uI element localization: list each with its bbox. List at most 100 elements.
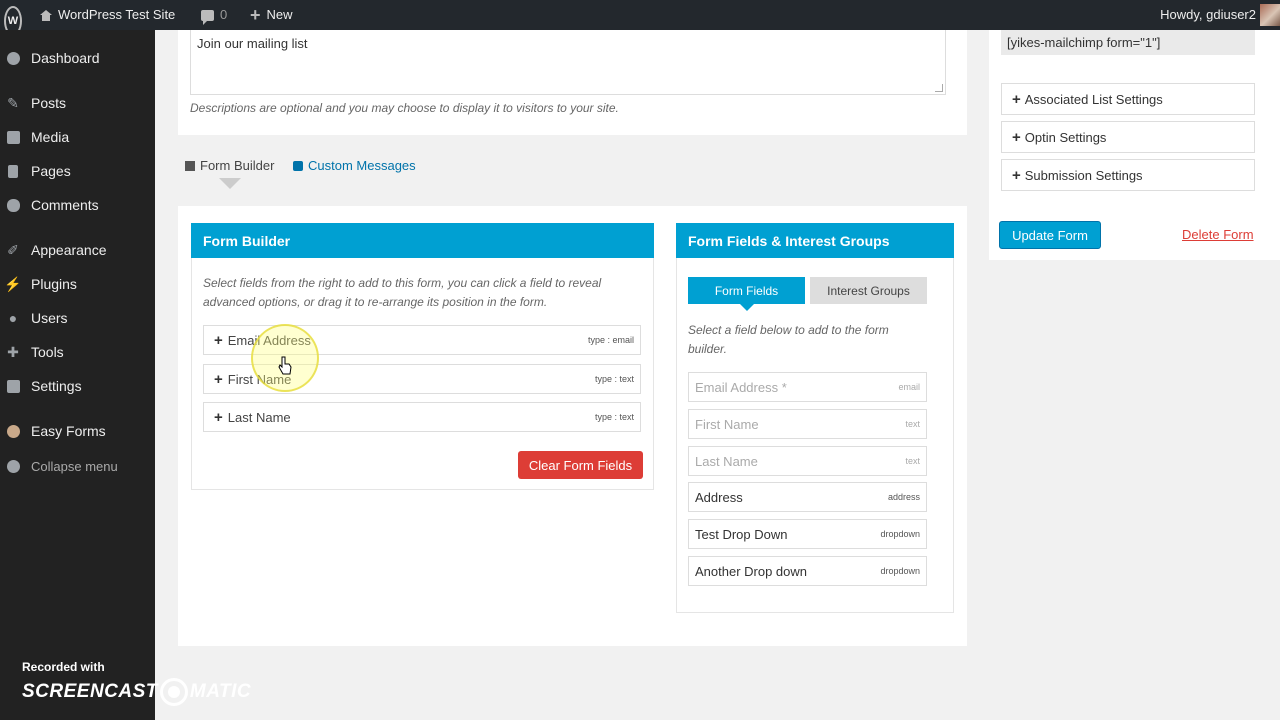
sidebar-item-tools[interactable]: ✚ Tools bbox=[0, 339, 155, 365]
home-icon bbox=[40, 9, 52, 21]
users-icon: ● bbox=[8, 310, 18, 326]
admin-sidebar: Dashboard ✎ Posts Media Pages Comments ✐… bbox=[0, 30, 155, 720]
site-name-link[interactable]: WordPress Test Site bbox=[40, 0, 175, 30]
delete-form-link[interactable]: Delete Form bbox=[1182, 227, 1254, 242]
tab-form-builder[interactable]: Form Builder bbox=[185, 158, 274, 173]
sidebar-item-dashboard[interactable]: Dashboard bbox=[0, 45, 155, 71]
sidebar-item-comments[interactable]: Comments bbox=[0, 192, 155, 218]
collapse-arrow-icon bbox=[6, 459, 20, 473]
description-value: Join our mailing list bbox=[197, 36, 308, 51]
sidebar-item-label: Tools bbox=[31, 344, 64, 360]
sidebar-item-plugins[interactable]: ⚡ Plugins bbox=[0, 271, 155, 297]
sidebar-item-label: Dashboard bbox=[31, 50, 100, 66]
field-label: Test Drop Down bbox=[695, 526, 788, 542]
update-form-button[interactable]: Update Form bbox=[999, 221, 1101, 249]
form-builder-heading: Form Builder bbox=[191, 223, 654, 258]
sidebar-item-label: Plugins bbox=[31, 276, 77, 292]
dashboard-icon bbox=[6, 51, 20, 65]
resize-grip-icon[interactable] bbox=[935, 84, 943, 92]
builder-field-email[interactable]: + Email Address type : email bbox=[203, 325, 641, 355]
new-label: New bbox=[266, 7, 293, 22]
pages-icon bbox=[6, 164, 20, 178]
message-icon bbox=[293, 160, 303, 171]
section-label: Optin Settings bbox=[1024, 129, 1107, 145]
sidebar-item-posts[interactable]: ✎ Posts bbox=[0, 90, 155, 116]
section-label: Submission Settings bbox=[1024, 167, 1143, 183]
available-field-last-name[interactable]: Last Name text bbox=[688, 446, 927, 476]
sidebar-item-users[interactable]: ● Users bbox=[0, 305, 155, 331]
shortcode-field[interactable]: [yikes-mailchimp form="1"] bbox=[1001, 30, 1255, 55]
sidebar-item-media[interactable]: Media bbox=[0, 124, 155, 150]
sidebar-item-pages[interactable]: Pages bbox=[0, 158, 155, 184]
field-type: address bbox=[887, 492, 920, 502]
available-field-another-drop-down[interactable]: Another Drop down dropdown bbox=[688, 556, 927, 586]
comments-count: 0 bbox=[220, 7, 228, 22]
sidebar-item-easy-forms[interactable]: Easy Forms bbox=[0, 418, 155, 444]
field-type: email bbox=[898, 382, 920, 392]
form-builder-icon bbox=[185, 160, 195, 171]
media-icon bbox=[6, 130, 20, 144]
section-label: Associated List Settings bbox=[1024, 91, 1163, 107]
pin-icon: ✎ bbox=[7, 94, 19, 111]
sidebar-item-settings[interactable]: Settings bbox=[0, 373, 155, 399]
admin-bar: W WordPress Test Site 0 + New Howdy, gdi… bbox=[0, 0, 1280, 36]
field-label: Last Name bbox=[227, 409, 291, 425]
plug-icon: ⚡ bbox=[4, 275, 22, 292]
field-label: Email Address * bbox=[695, 379, 787, 395]
form-builder-box bbox=[191, 223, 654, 490]
field-label: First Name bbox=[695, 416, 759, 432]
hand-cursor-icon bbox=[278, 356, 292, 375]
available-field-email[interactable]: Email Address * email bbox=[688, 372, 927, 402]
sidebar-item-label: Appearance bbox=[31, 242, 107, 258]
field-label: Email Address bbox=[227, 332, 311, 348]
sidebar-item-appearance[interactable]: ✐ Appearance bbox=[0, 237, 155, 263]
builder-field-first-name[interactable]: + First Name type : text bbox=[203, 364, 641, 394]
sidebar-item-label: Settings bbox=[31, 378, 82, 394]
sidebar-item-label: Users bbox=[31, 310, 68, 326]
plus-icon: + bbox=[214, 408, 223, 426]
section-associated-list-settings[interactable]: + Associated List Settings bbox=[1001, 83, 1255, 115]
collapse-menu-button[interactable]: Collapse menu bbox=[0, 453, 155, 479]
comments-link[interactable]: 0 bbox=[201, 0, 227, 30]
description-hint: Descriptions are optional and you may ch… bbox=[190, 101, 619, 115]
screencast-matic-logo: SCREENCAST MATIC bbox=[22, 678, 251, 706]
available-field-first-name[interactable]: First Name text bbox=[688, 409, 927, 439]
builder-field-last-name[interactable]: + Last Name type : text bbox=[203, 402, 641, 432]
field-type: type : text bbox=[594, 374, 634, 384]
field-type: type : email bbox=[587, 335, 634, 345]
tab-interest-groups[interactable]: Interest Groups bbox=[810, 277, 927, 304]
form-builder-instructions: Select fields from the right to add to t… bbox=[203, 276, 602, 309]
section-optin-settings[interactable]: + Optin Settings bbox=[1001, 121, 1255, 153]
plus-icon: + bbox=[1012, 90, 1021, 108]
clear-form-fields-button[interactable]: Clear Form Fields bbox=[518, 451, 643, 479]
sidebar-item-label: Posts bbox=[31, 95, 67, 111]
field-type: type : text bbox=[594, 412, 634, 422]
comment-bubble-icon bbox=[201, 9, 214, 25]
section-submission-settings[interactable]: + Submission Settings bbox=[1001, 159, 1255, 191]
field-label: Another Drop down bbox=[695, 563, 808, 579]
easy-forms-icon bbox=[6, 424, 20, 438]
comments-icon bbox=[6, 198, 20, 212]
tab-custom-messages[interactable]: Custom Messages bbox=[293, 158, 416, 173]
brand-right: MATIC bbox=[189, 681, 252, 702]
plus-icon: + bbox=[1012, 128, 1021, 146]
new-content-link[interactable]: + New bbox=[250, 0, 293, 30]
settings-icon bbox=[6, 379, 20, 393]
available-field-test-drop-down[interactable]: Test Drop Down dropdown bbox=[688, 519, 927, 549]
field-label: Last Name bbox=[695, 453, 758, 469]
plus-icon: + bbox=[1012, 166, 1021, 184]
description-textarea[interactable]: Join our mailing list bbox=[190, 30, 946, 95]
sidebar-item-label: Media bbox=[31, 129, 70, 145]
tab-form-fields[interactable]: Form Fields bbox=[688, 277, 805, 311]
brush-icon: ✐ bbox=[7, 241, 19, 258]
sidebar-item-label: Easy Forms bbox=[31, 423, 106, 439]
recorded-with-label: Recorded with bbox=[22, 660, 105, 674]
avatar[interactable] bbox=[1260, 4, 1280, 26]
account-menu[interactable]: Howdy, gdiuser2 bbox=[1160, 0, 1256, 30]
available-field-address[interactable]: Address address bbox=[688, 482, 927, 512]
fields-heading: Form Fields & Interest Groups bbox=[676, 223, 954, 258]
collapse-menu-label: Collapse menu bbox=[31, 458, 118, 474]
fields-instructions: Select a field below to add to the form … bbox=[688, 323, 889, 356]
tab-form-builder-label: Form Builder bbox=[200, 158, 275, 173]
field-label: Address bbox=[695, 489, 743, 505]
